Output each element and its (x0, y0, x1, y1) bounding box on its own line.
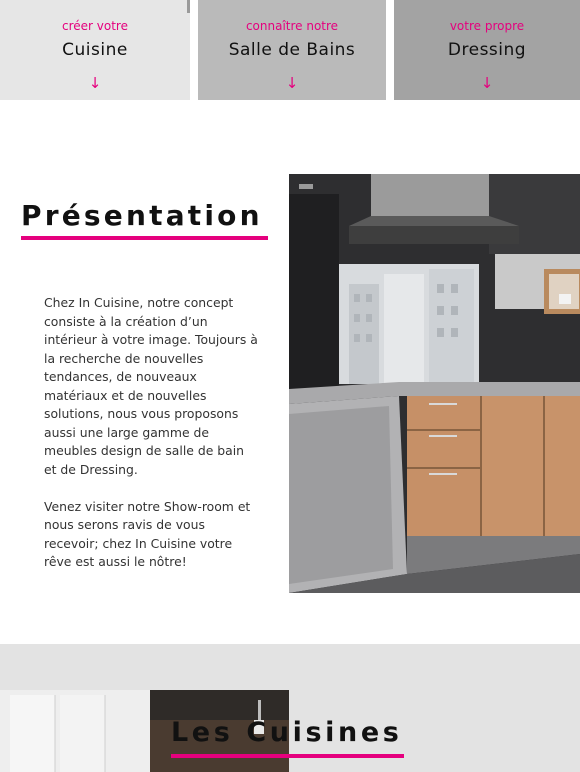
presentation-paragraph: Chez In Cuisine, notre concept consiste … (44, 295, 258, 477)
tile-kicker: connaître notre (245, 19, 339, 33)
arrow-down-icon: ↓ (285, 74, 299, 92)
presentation-paragraph: Venez visiter notre Show-room et nous se… (44, 498, 251, 570)
tile-title: Cuisine (62, 40, 128, 60)
tile-kicker: votre propre (449, 19, 525, 33)
category-tiles: créer votre Cuisine ↓ connaître notre Sa… (0, 0, 580, 100)
arrow-down-icon: ↓ (88, 74, 102, 92)
tile-salle-de-bains[interactable]: connaître notre Salle de Bains ↓ (198, 0, 386, 100)
presentation-text: Chez In Cuisine, notre concept consiste … (44, 294, 260, 590)
heading-underline (21, 236, 268, 240)
arrow-down-icon: ↓ (480, 74, 494, 92)
cuisines-heading: Les Cuisines (171, 717, 403, 748)
tile-kicker: créer votre (62, 19, 128, 33)
tile-cuisine[interactable]: créer votre Cuisine ↓ (0, 0, 190, 100)
presentation-heading: Présentation (21, 199, 263, 232)
tile-title: Salle de Bains (228, 40, 356, 60)
kitchen-photo (289, 174, 580, 593)
tile-dressing[interactable]: votre propre Dressing ↓ (394, 0, 580, 100)
tile-title: Dressing (447, 40, 527, 60)
heading-underline (171, 754, 404, 758)
